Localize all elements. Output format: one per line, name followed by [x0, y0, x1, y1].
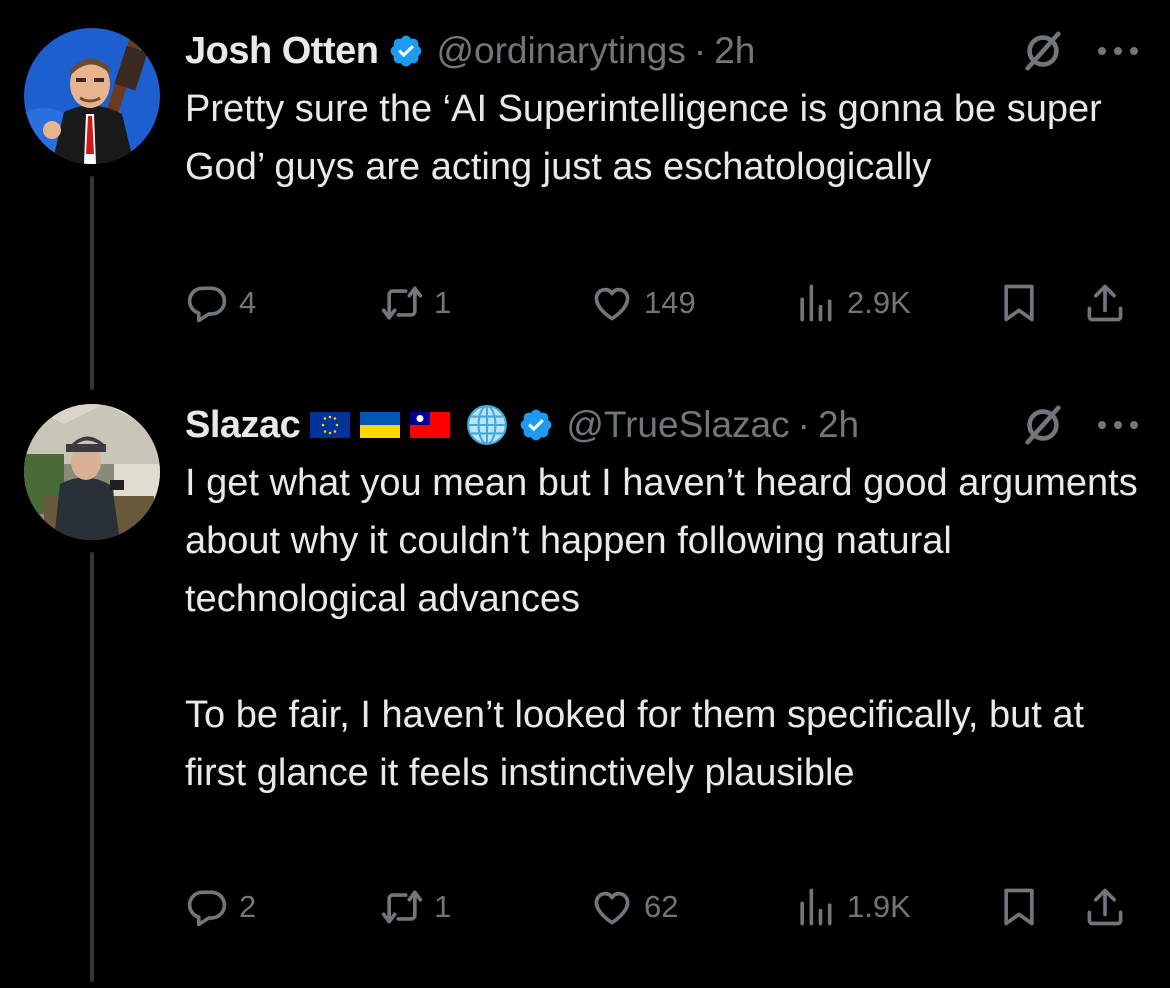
taiwan-flag-icon	[410, 412, 451, 438]
share-button[interactable]	[1083, 278, 1127, 328]
like-button[interactable]: 62	[590, 882, 678, 932]
retweet-icon	[381, 890, 423, 924]
thread-line	[90, 176, 94, 390]
bookmark-icon	[1004, 888, 1034, 926]
tweet-header: Josh Otten @ordinarytings · 2h	[185, 26, 1140, 76]
tweet-text: I get what you mean but I haven’t heard …	[185, 462, 1138, 794]
avatar[interactable]	[24, 404, 160, 540]
like-count: 149	[644, 285, 696, 320]
author-handle[interactable]: @ordinarytings	[436, 30, 685, 72]
tweet-text: Pretty sure the ‘AI Superintelligence is…	[185, 88, 1113, 188]
reply-button[interactable]: 2	[185, 882, 256, 932]
like-button[interactable]: 149	[590, 278, 696, 328]
retweet-count: 1	[434, 889, 452, 924]
tweet[interactable]: Josh Otten @ordinarytings · 2h Pretty su…	[0, 0, 1170, 390]
verified-badge-icon	[520, 409, 552, 441]
action-bar: 2 1 62 1.9K	[185, 882, 1142, 932]
timestamp[interactable]: 2h	[714, 30, 755, 72]
reply-icon	[187, 286, 227, 323]
views-icon	[800, 284, 832, 322]
retweet-button[interactable]: 1	[380, 278, 451, 328]
views-button[interactable]: 1.9K	[793, 882, 911, 932]
more-options-icon[interactable]	[1096, 45, 1140, 57]
thread: Josh Otten @ordinarytings · 2h Pretty su…	[0, 0, 1170, 988]
views-icon	[800, 888, 832, 926]
view-count: 2.9K	[847, 285, 911, 320]
reply-icon	[187, 890, 227, 927]
separator-dot: ·	[797, 404, 810, 445]
retweet-count: 1	[434, 285, 452, 320]
timestamp[interactable]: 2h	[818, 404, 859, 446]
heart-icon	[594, 891, 630, 925]
reply-count: 2	[239, 889, 257, 924]
action-bar: 4 1 149 2.9K	[185, 278, 1142, 328]
reply-count: 4	[239, 285, 257, 320]
like-count: 62	[644, 889, 679, 924]
views-button[interactable]: 2.9K	[793, 278, 911, 328]
view-count: 1.9K	[847, 889, 911, 924]
bookmark-button[interactable]	[997, 278, 1041, 328]
bookmark-button[interactable]	[997, 882, 1041, 932]
author-name[interactable]: Josh Otten	[185, 30, 379, 73]
author-name[interactable]: Slazac	[185, 404, 301, 447]
avatar[interactable]	[24, 28, 160, 164]
globe-icon	[467, 405, 508, 445]
grok-icon[interactable]	[1020, 28, 1066, 74]
ukraine-flag-icon	[360, 412, 401, 438]
eu-flag-icon	[310, 412, 351, 438]
tweet[interactable]: Slazac @TrueSlazac · 2h I get what you m…	[0, 380, 1170, 988]
verified-badge-icon	[391, 35, 422, 67]
heart-icon	[594, 287, 630, 321]
share-button[interactable]	[1083, 882, 1127, 932]
author-handle[interactable]: @TrueSlazac	[566, 404, 789, 446]
share-icon	[1087, 888, 1123, 926]
reply-button[interactable]: 4	[185, 278, 256, 328]
bookmark-icon	[1004, 284, 1034, 322]
thread-line	[90, 552, 94, 982]
grok-icon[interactable]	[1020, 402, 1066, 448]
separator-dot: ·	[693, 30, 707, 71]
share-icon	[1087, 284, 1123, 322]
tweet-header: Slazac @TrueSlazac · 2h	[185, 400, 1140, 450]
retweet-button[interactable]: 1	[380, 882, 451, 932]
retweet-icon	[381, 286, 423, 320]
more-options-icon[interactable]	[1096, 419, 1140, 431]
